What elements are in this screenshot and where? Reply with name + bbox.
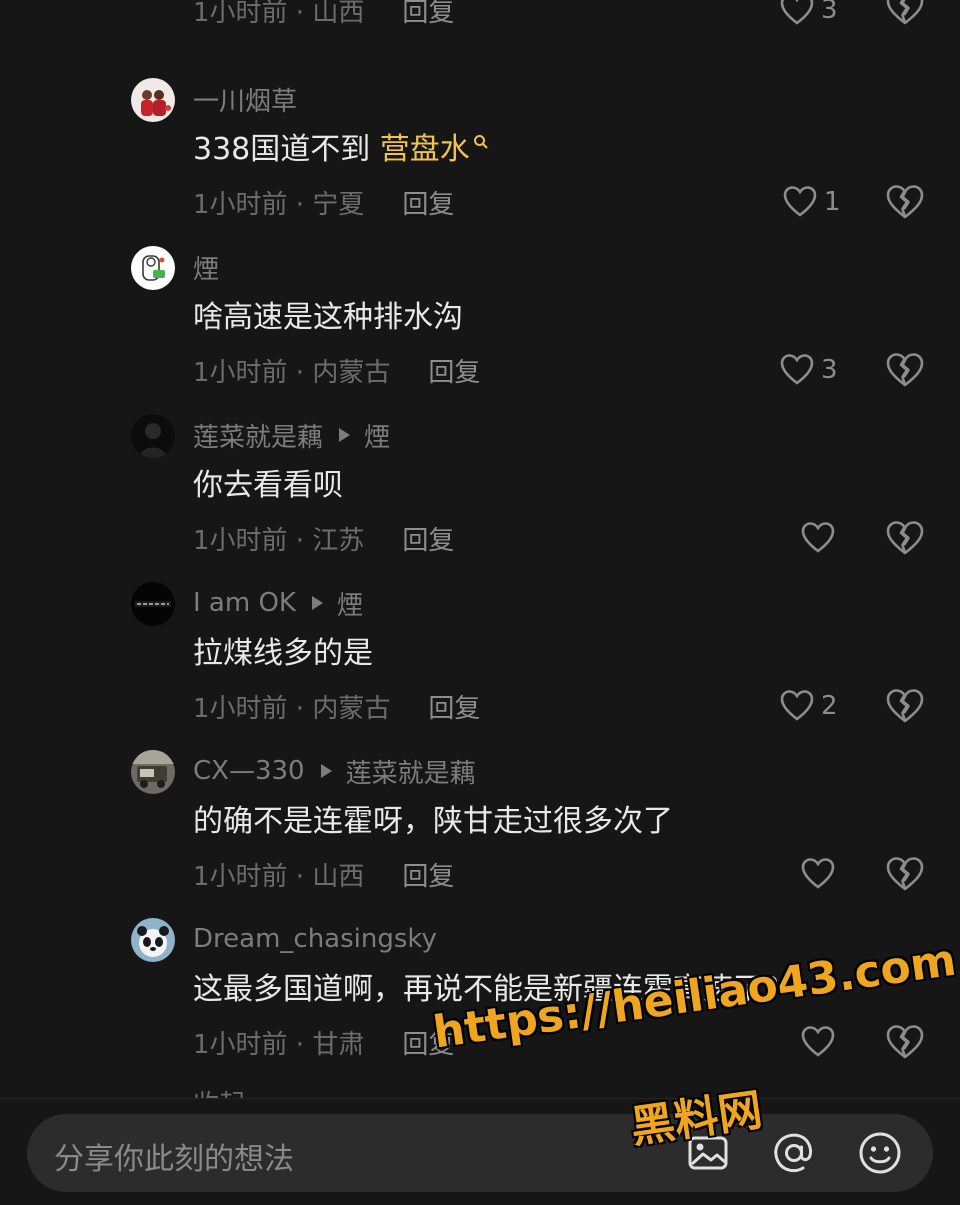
- avatar[interactable]: [131, 582, 175, 626]
- username-row: CX—330 莲菜就是藕: [193, 753, 476, 789]
- like-button[interactable]: [800, 1022, 836, 1062]
- dislike-button[interactable]: [885, 854, 925, 894]
- dislike-button[interactable]: [885, 686, 925, 726]
- comment-item: 一川烟草 338国道不到 营盘水 1小时前 · 宁夏 回复 1: [0, 78, 960, 246]
- comment-time-location: 1小时前 · 宁夏: [193, 189, 365, 220]
- username[interactable]: CX—330: [193, 756, 305, 786]
- username-row: Dream_chasingsky: [193, 921, 437, 957]
- avatar[interactable]: [131, 918, 175, 962]
- comment-input[interactable]: 分享你此刻的想法: [27, 1114, 933, 1192]
- comment-meta: 1小时前 · 内蒙古 回复: [193, 688, 480, 724]
- comment-time-location: 1小时前 · 内蒙古: [193, 693, 391, 724]
- reply-to-username[interactable]: 莲菜就是藕: [346, 753, 476, 790]
- like-count: 2: [821, 691, 838, 721]
- reply-button[interactable]: 回复: [428, 352, 480, 389]
- dislike-button[interactable]: [885, 182, 925, 222]
- heart-icon: [801, 858, 835, 889]
- heart-icon: [780, 0, 814, 25]
- avatar[interactable]: [131, 750, 175, 794]
- comment-screen: 1小时前 · 山西 回复 3 一川烟草 338国道不到 营盘水 1小时前 · 宁…: [0, 0, 960, 1205]
- dislike-button[interactable]: [885, 518, 925, 558]
- reply-to-username[interactable]: 煙: [337, 585, 363, 622]
- heart-icon: [780, 354, 814, 385]
- comment-text: 你去看看呗: [193, 468, 343, 503]
- comment-meta: 1小时前 · 山西 回复: [193, 0, 454, 28]
- comment-item: CX—330 莲菜就是藕 的确不是连霍呀，陕甘走过很多次了 1小时前 · 山西 …: [0, 750, 960, 918]
- username[interactable]: Dream_chasingsky: [193, 924, 437, 954]
- reply-arrow-icon: [339, 428, 351, 442]
- comment-time-location: 1小时前 · 山西: [193, 861, 365, 892]
- comment-input-bar: 分享你此刻的想法: [0, 1098, 960, 1205]
- broken-heart-icon: [886, 689, 924, 723]
- comment-meta: 1小时前 · 宁夏 回复: [193, 184, 454, 220]
- like-button[interactable]: 3: [779, 0, 838, 30]
- reply-button[interactable]: 回复: [402, 520, 454, 557]
- comment-input-placeholder: 分享你此刻的想法: [54, 1142, 294, 1177]
- comment-item: 莲菜就是藕 煙 你去看看呗 1小时前 · 江苏 回复: [0, 414, 960, 582]
- broken-heart-icon: [886, 0, 924, 25]
- heart-icon: [780, 690, 814, 721]
- reply-arrow-icon: [320, 764, 332, 778]
- search-link[interactable]: 营盘水: [380, 132, 470, 167]
- username-row: 煙: [193, 249, 219, 285]
- like-count: 3: [821, 355, 838, 385]
- like-count: 1: [824, 187, 841, 217]
- reply-arrow-icon: [311, 596, 323, 610]
- like-button[interactable]: [800, 854, 836, 894]
- reply-to-username[interactable]: 煙: [364, 417, 390, 454]
- avatar[interactable]: [131, 414, 175, 458]
- broken-heart-icon: [886, 521, 924, 555]
- comment-text: 拉煤线多的是: [193, 636, 373, 671]
- emoji-icon[interactable]: [857, 1130, 903, 1176]
- comment-time-location: 1小时前 · 山西: [193, 0, 365, 28]
- comment-text: 的确不是连霍呀，陕甘走过很多次了: [193, 804, 673, 839]
- dislike-button[interactable]: [885, 0, 925, 28]
- username[interactable]: I am OK: [193, 588, 296, 618]
- comment-item: I am OK 煙 拉煤线多的是 1小时前 · 内蒙古 回复 2: [0, 582, 960, 750]
- username[interactable]: 煙: [193, 249, 219, 286]
- like-button[interactable]: [800, 518, 836, 558]
- partial-comment-top: 1小时前 · 山西 回复 3: [0, 0, 960, 52]
- reply-button[interactable]: 回复: [402, 0, 454, 29]
- username[interactable]: 莲菜就是藕: [193, 417, 323, 454]
- reply-button[interactable]: 回复: [428, 688, 480, 725]
- broken-heart-icon: [886, 857, 924, 891]
- avatar[interactable]: [131, 78, 175, 122]
- comment-text: 啥高速是这种排水沟: [193, 300, 463, 335]
- comment-time-location: 1小时前 · 江苏: [193, 525, 365, 556]
- like-button[interactable]: 1: [782, 182, 841, 222]
- heart-icon: [801, 1026, 835, 1057]
- like-button[interactable]: 3: [779, 350, 838, 390]
- reply-button[interactable]: 回复: [402, 184, 454, 221]
- comment-meta: 1小时前 · 内蒙古 回复: [193, 352, 480, 388]
- comment-meta: 1小时前 · 甘肃 回复: [193, 1024, 454, 1060]
- at-icon[interactable]: [771, 1130, 817, 1176]
- comment-text: 338国道不到 营盘水: [193, 130, 489, 170]
- username-row: I am OK 煙: [193, 585, 363, 621]
- reply-button[interactable]: 回复: [402, 856, 454, 893]
- comment-item: 煙 啥高速是这种排水沟 1小时前 · 内蒙古 回复 3: [0, 246, 960, 414]
- heart-icon: [801, 522, 835, 553]
- dislike-button[interactable]: [885, 1022, 925, 1062]
- username-row: 莲菜就是藕 煙: [193, 417, 390, 453]
- broken-heart-icon: [886, 185, 924, 219]
- comment-time-location: 1小时前 · 甘肃: [193, 1029, 365, 1060]
- comment-meta: 1小时前 · 江苏 回复: [193, 520, 454, 556]
- comment-time-location: 1小时前 · 内蒙古: [193, 357, 391, 388]
- comment-body: 338国道不到: [193, 132, 380, 167]
- broken-heart-icon: [886, 353, 924, 387]
- comment-meta: 1小时前 · 山西 回复: [193, 856, 454, 892]
- like-count: 3: [821, 0, 838, 25]
- broken-heart-icon: [886, 1025, 924, 1059]
- username[interactable]: 一川烟草: [193, 81, 297, 118]
- heart-icon: [783, 186, 817, 217]
- dislike-button[interactable]: [885, 350, 925, 390]
- search-icon[interactable]: [473, 134, 489, 150]
- username-row: 一川烟草: [193, 81, 297, 117]
- avatar[interactable]: [131, 246, 175, 290]
- like-button[interactable]: 2: [779, 686, 838, 726]
